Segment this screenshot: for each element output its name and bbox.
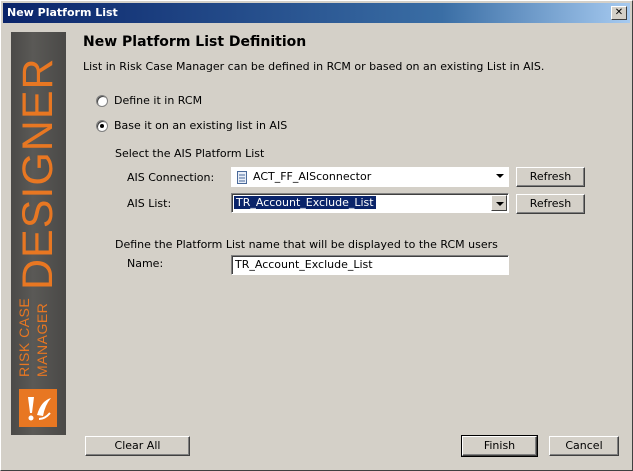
radio-button[interactable]: [96, 119, 108, 132]
ais-connection-label: AIS Connection:: [127, 171, 215, 184]
radio-base-ais[interactable]: Base it on an existing list in AIS: [96, 119, 287, 132]
ais-connection-value: ACT_FF_AISconnector: [253, 170, 372, 183]
name-section-title: Define the Platform List name that will …: [115, 238, 498, 251]
ais-list-select[interactable]: TR_Account_Exclude_List: [231, 193, 509, 213]
finish-button[interactable]: Finish: [461, 435, 538, 457]
ais-section-title: Select the AIS Platform List: [115, 147, 265, 160]
radio-button[interactable]: [96, 94, 108, 107]
refresh-connection-button[interactable]: Refresh: [516, 167, 585, 187]
banner-product: DESIGNER: [14, 57, 62, 290]
close-button[interactable]: ✕: [611, 6, 627, 20]
banner-text-group: RISK CASE MANAGER DESIGNER: [11, 32, 66, 435]
ais-list-value: TR_Account_Exclude_List: [233, 195, 377, 210]
radio-label[interactable]: Define it in RCM: [114, 94, 202, 107]
name-field[interactable]: TR_Account_Exclude_List: [231, 255, 509, 275]
banner-line-1: RISK CASE: [16, 297, 32, 377]
chevron-down-icon[interactable]: [492, 168, 508, 184]
clear-all-button[interactable]: Clear All: [85, 436, 190, 456]
radio-define-rcm[interactable]: Define it in RCM: [96, 94, 202, 107]
database-icon: [237, 171, 247, 184]
chevron-down-icon[interactable]: [491, 195, 507, 211]
page-title: New Platform List Definition: [83, 34, 307, 50]
dialog-window: New Platform List ✕ RISK CASE MANAGER DE…: [0, 0, 633, 471]
cancel-button[interactable]: Cancel: [549, 436, 619, 456]
radio-label[interactable]: Base it on an existing list in AIS: [114, 119, 287, 132]
title-bar[interactable]: New Platform List ✕: [3, 3, 630, 23]
refresh-list-button[interactable]: Refresh: [516, 194, 585, 214]
ais-connection-select[interactable]: ACT_FF_AISconnector: [231, 167, 509, 187]
ais-list-label: AIS List:: [127, 197, 172, 210]
designer-banner: RISK CASE MANAGER DESIGNER: [11, 32, 66, 435]
window-title: New Platform List: [7, 6, 118, 19]
name-label: Name:: [127, 257, 164, 270]
page-description: List in Risk Case Manager can be defined…: [83, 60, 545, 73]
banner-line-2: MANAGER: [34, 302, 50, 377]
close-icon: ✕: [614, 7, 624, 18]
rcm-logo-icon: [19, 389, 57, 427]
